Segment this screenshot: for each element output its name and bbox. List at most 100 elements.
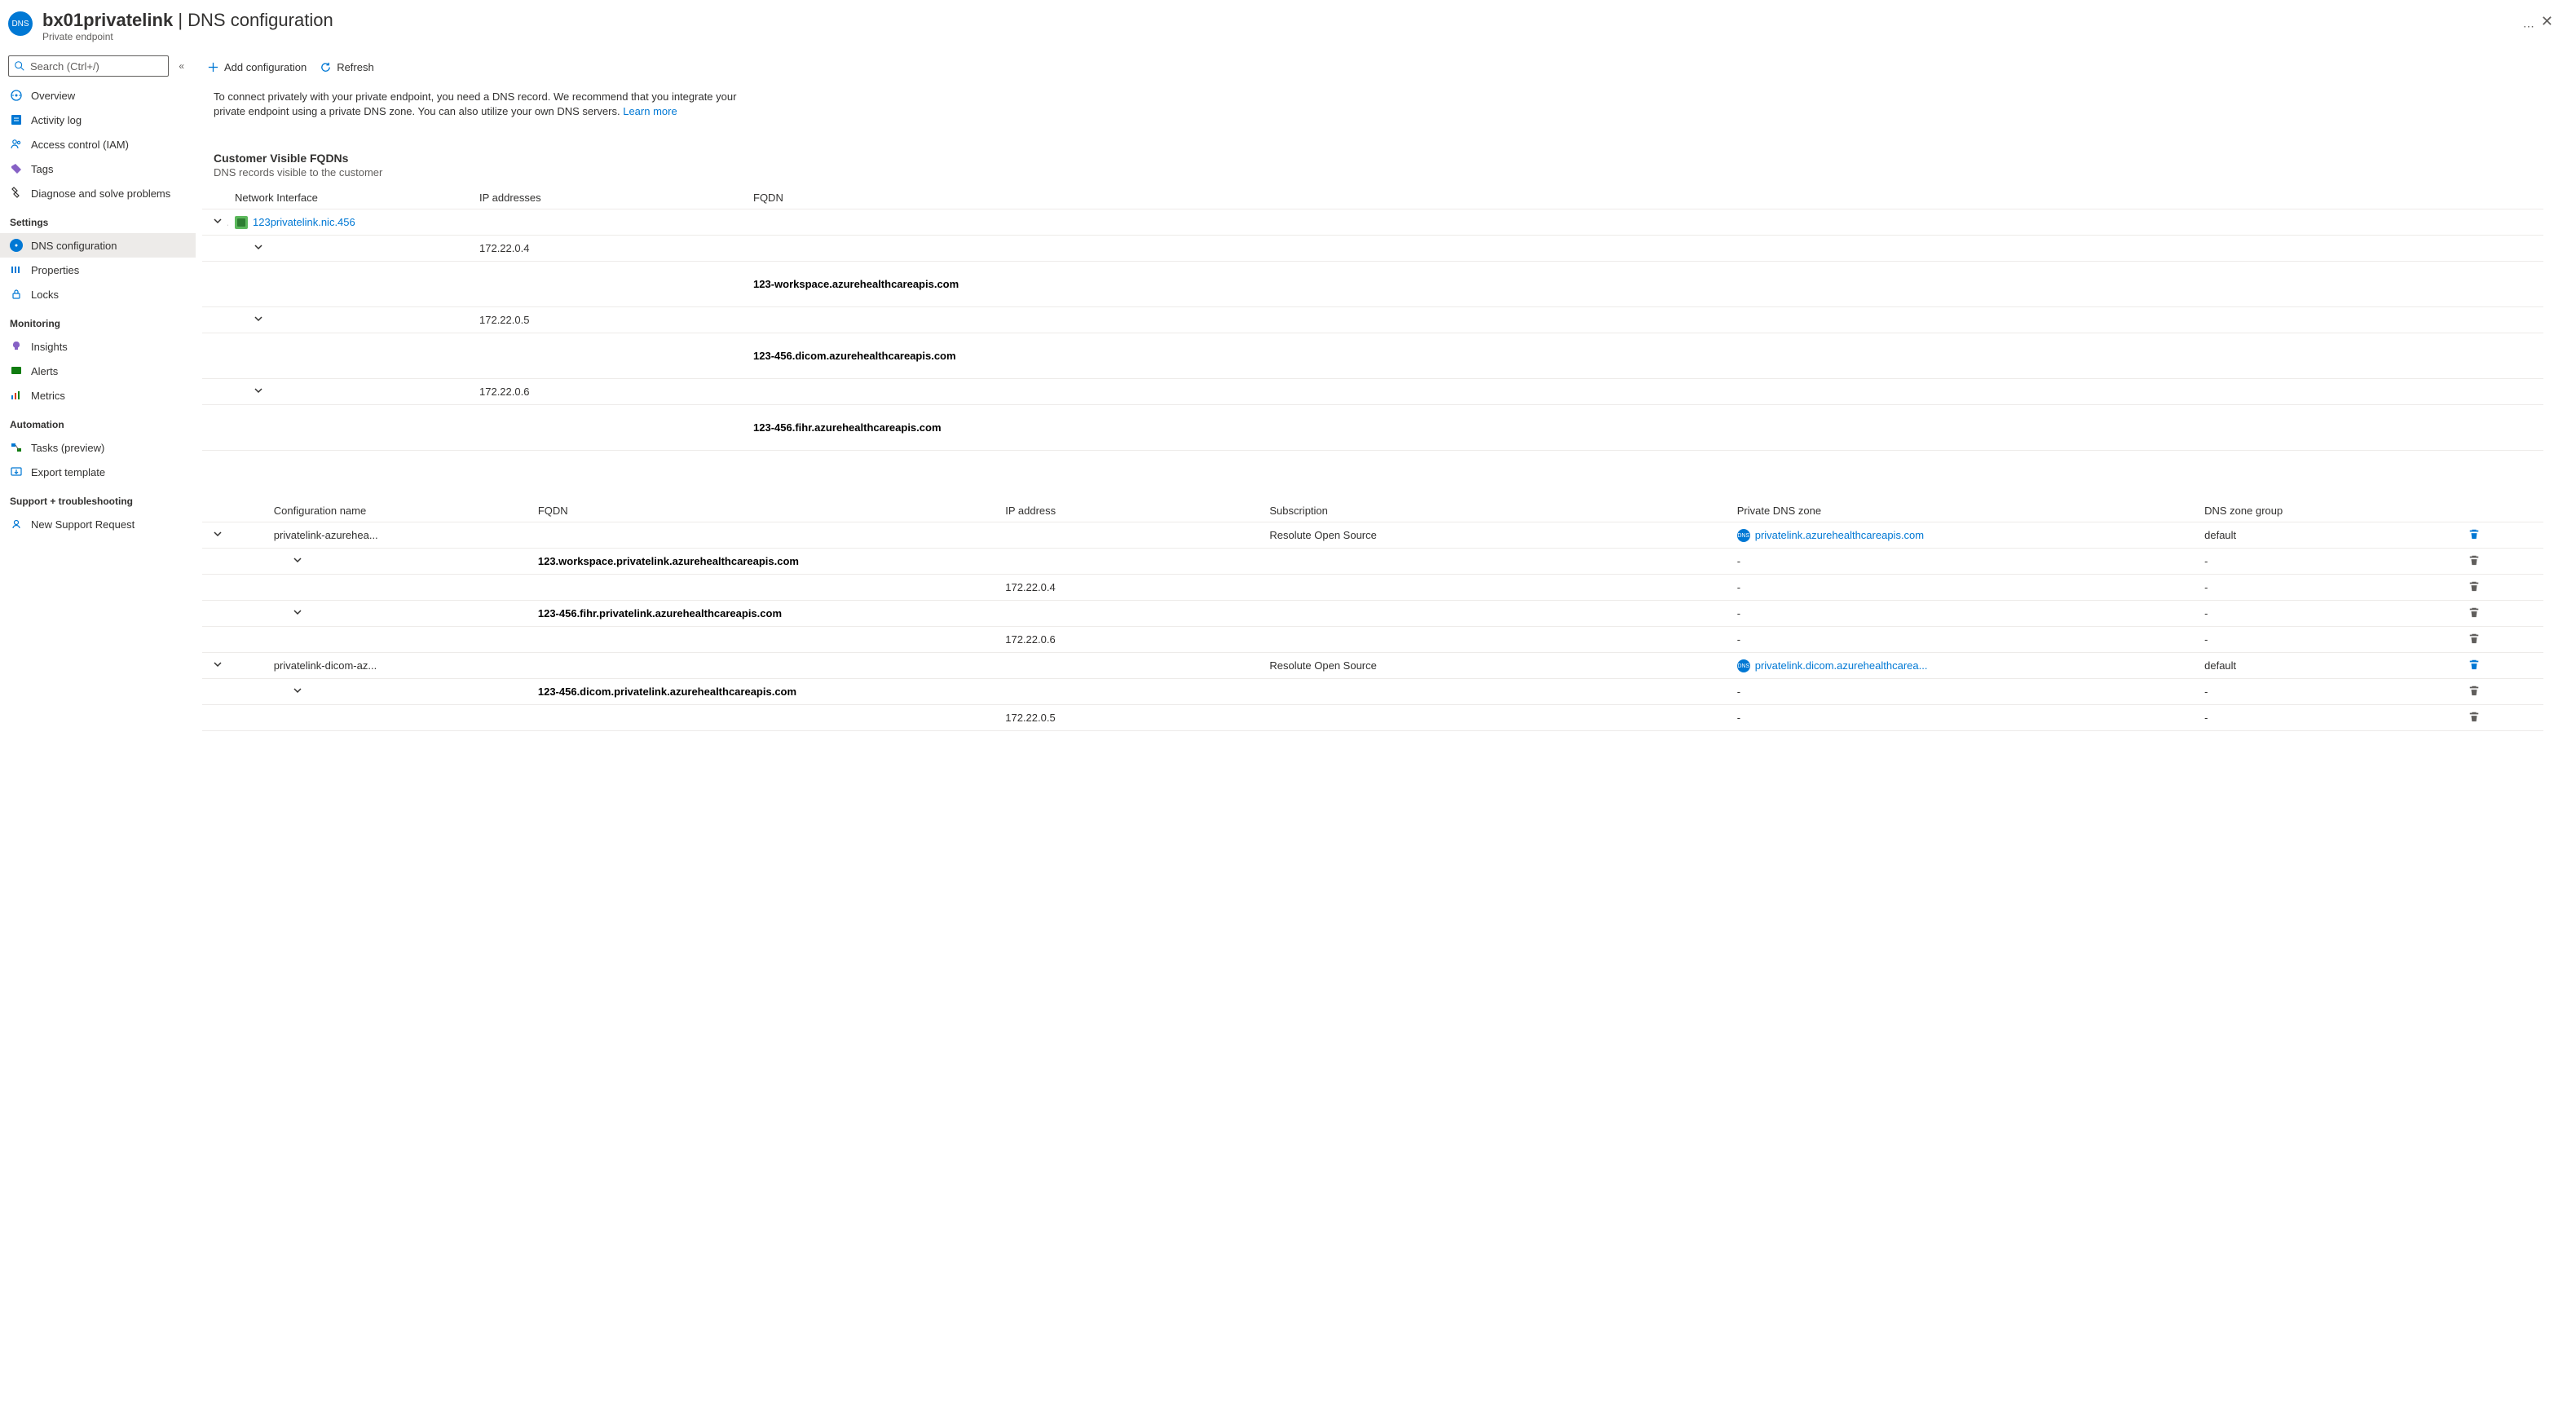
fqdn-detail-row: 123-workspace.azurehealthcareapis.com	[202, 262, 2543, 307]
sidebar-section-settings: Settings	[0, 205, 196, 233]
dns-zone-icon: DNS	[1737, 659, 1750, 672]
nic-link[interactable]: 123privatelink.nic.456	[253, 216, 355, 228]
fqdns-title: Customer Visible FQDNs	[214, 152, 2543, 165]
fqdn-row: 172.22.0.4	[202, 236, 2543, 262]
delete-button[interactable]	[2468, 606, 2480, 618]
sidebar-item-activity-log[interactable]: Activity log	[0, 108, 196, 132]
nic-row[interactable]: 123privatelink.nic.456	[202, 209, 2543, 236]
tasks-icon	[10, 441, 23, 454]
delete-button[interactable]	[2468, 554, 2480, 566]
sidebar-item-alerts[interactable]: Alerts	[0, 359, 196, 383]
main-content: Add configuration Refresh To connect pri…	[196, 51, 2576, 764]
sidebar-item-overview[interactable]: Overview	[0, 83, 196, 108]
sidebar-item-support-request[interactable]: New Support Request	[0, 512, 196, 536]
config-fqdn-row: 123-456.fihr.privatelink.azurehealthcare…	[202, 601, 2543, 627]
resource-icon: DNS	[8, 11, 33, 36]
iam-icon	[10, 138, 23, 151]
refresh-button[interactable]: Refresh	[320, 61, 374, 73]
sidebar: Search (Ctrl+/) « Overview Activity log …	[0, 51, 196, 764]
overview-icon	[10, 89, 23, 102]
fqdn-detail-row: 123-456.fihr.azurehealthcareapis.com	[202, 405, 2543, 451]
resource-type: Private endpoint	[42, 31, 2508, 42]
page-header: DNS bx01privatelink | DNS configuration …	[0, 0, 2576, 51]
chevron-down-icon[interactable]	[209, 659, 227, 669]
close-button[interactable]: ✕	[2534, 10, 2560, 33]
sidebar-item-iam[interactable]: Access control (IAM)	[0, 132, 196, 156]
resource-name: bx01privatelink	[42, 10, 173, 30]
configurations-table: Configuration name FQDN IP address Subsc…	[202, 500, 2543, 731]
delete-button[interactable]	[2468, 711, 2480, 722]
sidebar-section-automation: Automation	[0, 408, 196, 435]
insights-icon	[10, 340, 23, 353]
config-ip-row: 172.22.0.5 - -	[202, 705, 2543, 731]
config-group-row[interactable]: privatelink-dicom-az... Resolute Open So…	[202, 653, 2543, 679]
learn-more-link[interactable]: Learn more	[623, 105, 677, 117]
chevron-down-icon[interactable]	[249, 314, 267, 324]
fqdn-detail-row: 123-456.dicom.azurehealthcareapis.com	[202, 333, 2543, 379]
config-fqdn-row: 123-456.dicom.privatelink.azurehealthcar…	[202, 679, 2543, 705]
metrics-icon	[10, 389, 23, 402]
sidebar-item-dns-configuration[interactable]: ● DNS configuration	[0, 233, 196, 258]
add-configuration-button[interactable]: Add configuration	[207, 61, 307, 73]
sidebar-item-export-template[interactable]: Export template	[0, 460, 196, 484]
config-group-row[interactable]: privatelink-azurehea... Resolute Open So…	[202, 522, 2543, 549]
refresh-icon	[320, 61, 332, 73]
collapse-sidebar-button[interactable]: «	[175, 57, 187, 75]
fqdns-table: Network Interface IP addresses FQDN 123p…	[202, 187, 2543, 451]
dns-zone-link[interactable]: privatelink.dicom.azurehealthcarea...	[1755, 659, 1928, 672]
activity-log-icon	[10, 113, 23, 126]
delete-button[interactable]	[2468, 685, 2480, 696]
properties-icon	[10, 263, 23, 276]
chevron-down-icon[interactable]	[209, 529, 227, 539]
locks-icon	[10, 288, 23, 301]
sidebar-item-tasks[interactable]: Tasks (preview)	[0, 435, 196, 460]
sidebar-section-monitoring: Monitoring	[0, 306, 196, 334]
col-fqdn: FQDN	[532, 500, 999, 522]
diagnose-icon	[10, 187, 23, 200]
plus-icon	[207, 61, 219, 73]
search-input[interactable]: Search (Ctrl+/)	[8, 55, 169, 77]
sidebar-item-locks[interactable]: Locks	[0, 282, 196, 306]
chevron-down-icon[interactable]	[289, 555, 307, 565]
chevron-down-icon[interactable]	[249, 242, 267, 252]
nic-resource-icon	[235, 216, 248, 229]
col-subscription: Subscription	[1263, 500, 1730, 522]
more-actions-button[interactable]: ⋯	[2523, 20, 2534, 33]
sidebar-item-insights[interactable]: Insights	[0, 334, 196, 359]
search-placeholder: Search (Ctrl+/)	[30, 60, 99, 73]
col-ip: IP address	[999, 500, 1263, 522]
delete-button[interactable]	[2468, 659, 2480, 670]
description-text: To connect privately with your private e…	[214, 90, 768, 119]
sidebar-section-support: Support + troubleshooting	[0, 484, 196, 512]
command-bar: Add configuration Refresh	[202, 51, 2543, 83]
page-title-text: DNS configuration	[187, 10, 333, 30]
config-fqdn-row: 123.workspace.privatelink.azurehealthcar…	[202, 549, 2543, 575]
dns-zone-icon: DNS	[1737, 529, 1750, 542]
delete-button[interactable]	[2468, 580, 2480, 592]
chevron-down-icon[interactable]	[289, 607, 307, 617]
page-title: bx01privatelink | DNS configuration	[42, 10, 2508, 31]
search-icon	[14, 60, 25, 72]
chevron-down-icon[interactable]	[209, 216, 227, 226]
chevron-down-icon[interactable]	[289, 685, 307, 695]
dns-zone-link[interactable]: privatelink.azurehealthcareapis.com	[1755, 529, 1924, 541]
col-fqdn: FQDN	[747, 187, 2543, 209]
config-ip-row: 172.22.0.4 - -	[202, 575, 2543, 601]
col-network-interface: Network Interface	[228, 187, 473, 209]
sidebar-item-tags[interactable]: Tags	[0, 156, 196, 181]
sidebar-item-metrics[interactable]: Metrics	[0, 383, 196, 408]
col-config-name: Configuration name	[267, 500, 532, 522]
chevron-down-icon[interactable]	[249, 386, 267, 395]
support-icon	[10, 518, 23, 531]
delete-button[interactable]	[2468, 633, 2480, 644]
fqdns-subtitle: DNS records visible to the customer	[214, 166, 2543, 179]
sidebar-item-properties[interactable]: Properties	[0, 258, 196, 282]
config-ip-row: 172.22.0.6 - -	[202, 627, 2543, 653]
dns-icon: ●	[10, 239, 23, 252]
fqdn-row: 172.22.0.6	[202, 379, 2543, 405]
col-private-dns-zone: Private DNS zone	[1731, 500, 2198, 522]
col-ip-addresses: IP addresses	[473, 187, 747, 209]
sidebar-item-diagnose[interactable]: Diagnose and solve problems	[0, 181, 196, 205]
delete-button[interactable]	[2468, 528, 2480, 540]
fqdn-row: 172.22.0.5	[202, 307, 2543, 333]
